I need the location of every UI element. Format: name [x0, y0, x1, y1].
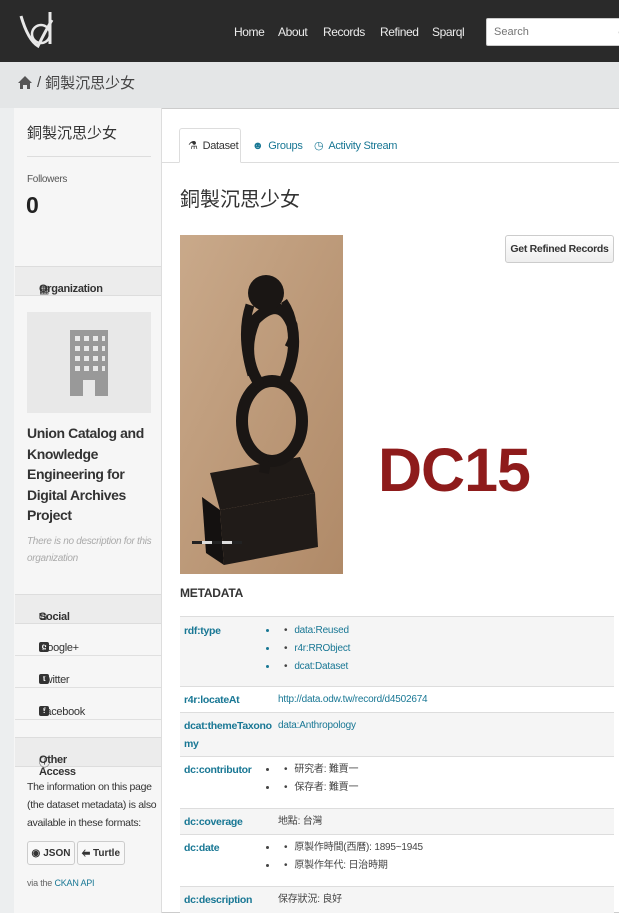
get-refined-records-button[interactable]: Get Refined Records: [505, 235, 614, 263]
tab-dataset-label: Dataset: [202, 139, 239, 152]
metadata-value: 原製作時間(西曆): 1895~1945: [278, 839, 423, 857]
breadcrumb-current[interactable]: 銅製沉思少女: [45, 72, 135, 93]
metadata-key[interactable]: dcat:themeTaxonomy: [184, 717, 274, 753]
other-access-heading-label: Other Access: [39, 754, 76, 778]
tab-groups-label: Groups: [268, 139, 303, 152]
metadata-key[interactable]: dc:date: [184, 839, 220, 857]
tab-activity-stream[interactable]: ◷ Activity Stream: [306, 128, 405, 163]
metadata-value: 保存者: 難賈一: [278, 779, 358, 797]
sitemap-icon: ⚗: [188, 140, 198, 152]
turtle-button[interactable]: ⥢ Turtle: [77, 841, 125, 865]
via-prefix: via the: [27, 878, 53, 888]
social-heading: ⧉ Social: [15, 594, 161, 624]
metadata-key[interactable]: dc:description: [184, 891, 252, 909]
breadcrumb: / 銅製沉思少女: [17, 72, 135, 93]
metadata-key[interactable]: r4r:locateAt: [184, 691, 240, 709]
metadata-value-link[interactable]: dcat:Dataset: [294, 661, 348, 672]
metadata-row: dcat:themeTaxonomy data:Anthropology: [180, 712, 614, 756]
metadata-value: 保存狀況: 良好: [278, 894, 342, 905]
metadata-row: dc:description 保存狀況: 良好: [180, 886, 614, 913]
tab-dataset[interactable]: ⚗ Dataset: [179, 128, 241, 163]
social-google-plus[interactable]: g Google+: [15, 624, 161, 656]
users-icon: ☻: [252, 139, 264, 152]
followers-count: 0: [26, 192, 39, 218]
metadata-key[interactable]: rdf:type: [184, 622, 221, 640]
share-nodes-icon: ⥢: [81, 847, 90, 859]
via-api: via the CKAN API: [27, 878, 95, 888]
metadata-heading: METADATA: [180, 586, 244, 600]
other-access-text: The information on this page (the datase…: [27, 781, 157, 829]
nav-about-link[interactable]: About: [278, 25, 308, 39]
nav-records-link[interactable]: Records: [323, 25, 365, 39]
ckan-api-link[interactable]: CKAN API: [54, 878, 94, 888]
tab-activity-label: Activity Stream: [328, 139, 398, 152]
search-input[interactable]: [487, 19, 607, 45]
json-icon: ◉: [31, 847, 41, 859]
metadata-value: 研究者: 難賈一: [278, 761, 358, 779]
metadata-row: r4r:locateAt http://data.odw.tw/record/d…: [180, 686, 614, 712]
site-logo[interactable]: [18, 10, 66, 50]
metadata-key[interactable]: dc:coverage: [184, 813, 243, 831]
metadata-value: 原製作年代: 日治時期: [278, 857, 423, 875]
social-label: Google+: [39, 642, 79, 654]
metadata-value-link[interactable]: data:Reused: [294, 625, 349, 636]
dc15-overlay-label: DC15: [378, 436, 531, 504]
metadata-value-list: 原製作時間(西曆): 1895~1945 原製作年代: 日治時期: [278, 839, 423, 875]
followers-label: Followers: [27, 174, 68, 185]
nav-sparql-link[interactable]: Sparql: [432, 25, 465, 39]
metadata-value-link[interactable]: http://data.odw.tw/record/d4502674: [278, 691, 428, 709]
metadata-value: 地點: 台灣: [278, 816, 323, 827]
metadata-row: rdf:type data:Reused r4r:RRObject dcat:D…: [180, 616, 614, 686]
social-label: Facebook: [39, 706, 85, 718]
clock-icon: ◷: [314, 140, 324, 152]
metadata-value-list: data:Reused r4r:RRObject dcat:Dataset: [278, 622, 350, 676]
metadata-row: dc:date 原製作時間(西曆): 1895~1945 原製作年代: 日治時期: [180, 834, 614, 886]
json-label: JSON: [43, 847, 71, 859]
dataset-photo: [180, 235, 343, 574]
breadcrumb-separator: /: [37, 74, 42, 91]
social-heading-label: Social: [39, 611, 70, 623]
home-icon[interactable]: [17, 75, 33, 90]
organization-name[interactable]: Union Catalog and Knowledge Engineering …: [27, 423, 157, 526]
metadata-value-list: 研究者: 難賈一 保存者: 難賈一: [278, 761, 358, 797]
building-placeholder-icon: [70, 330, 108, 396]
dataset-title: 銅製沉思少女: [180, 187, 300, 211]
organization-heading-label: Organization: [39, 283, 103, 295]
search-box: ○: [486, 18, 619, 46]
social-facebook[interactable]: f Facebook: [15, 688, 161, 720]
metadata-row: dc:contributor 研究者: 難賈一 保存者: 難賈一: [180, 756, 614, 808]
metadata-value-link[interactable]: r4r:RRObject: [294, 643, 350, 654]
social-label: Twitter: [39, 674, 70, 686]
metadata-row: dc:coverage 地點: 台灣: [180, 808, 614, 834]
metadata-key[interactable]: dc:contributor: [184, 761, 252, 779]
nav-refined-link[interactable]: Refined: [380, 25, 419, 39]
other-access-heading: ⓘ Other Access: [15, 737, 161, 778]
turtle-label: Turtle: [92, 847, 121, 859]
tab-groups[interactable]: ☻ Groups: [244, 128, 311, 163]
sidebar-dataset-title: 銅製沉思少女: [27, 125, 118, 142]
organization-heading: ▦ Organization: [15, 266, 161, 296]
nav-home-link[interactable]: Home: [234, 25, 265, 39]
json-button[interactable]: ◉ JSON: [27, 841, 75, 865]
organization-image[interactable]: [27, 312, 151, 413]
divider: [27, 156, 151, 157]
metadata-value-link[interactable]: data:Anthropology: [278, 717, 356, 735]
organization-description: There is no description for this organiz…: [27, 536, 152, 564]
social-twitter[interactable]: t Twitter: [15, 656, 161, 688]
